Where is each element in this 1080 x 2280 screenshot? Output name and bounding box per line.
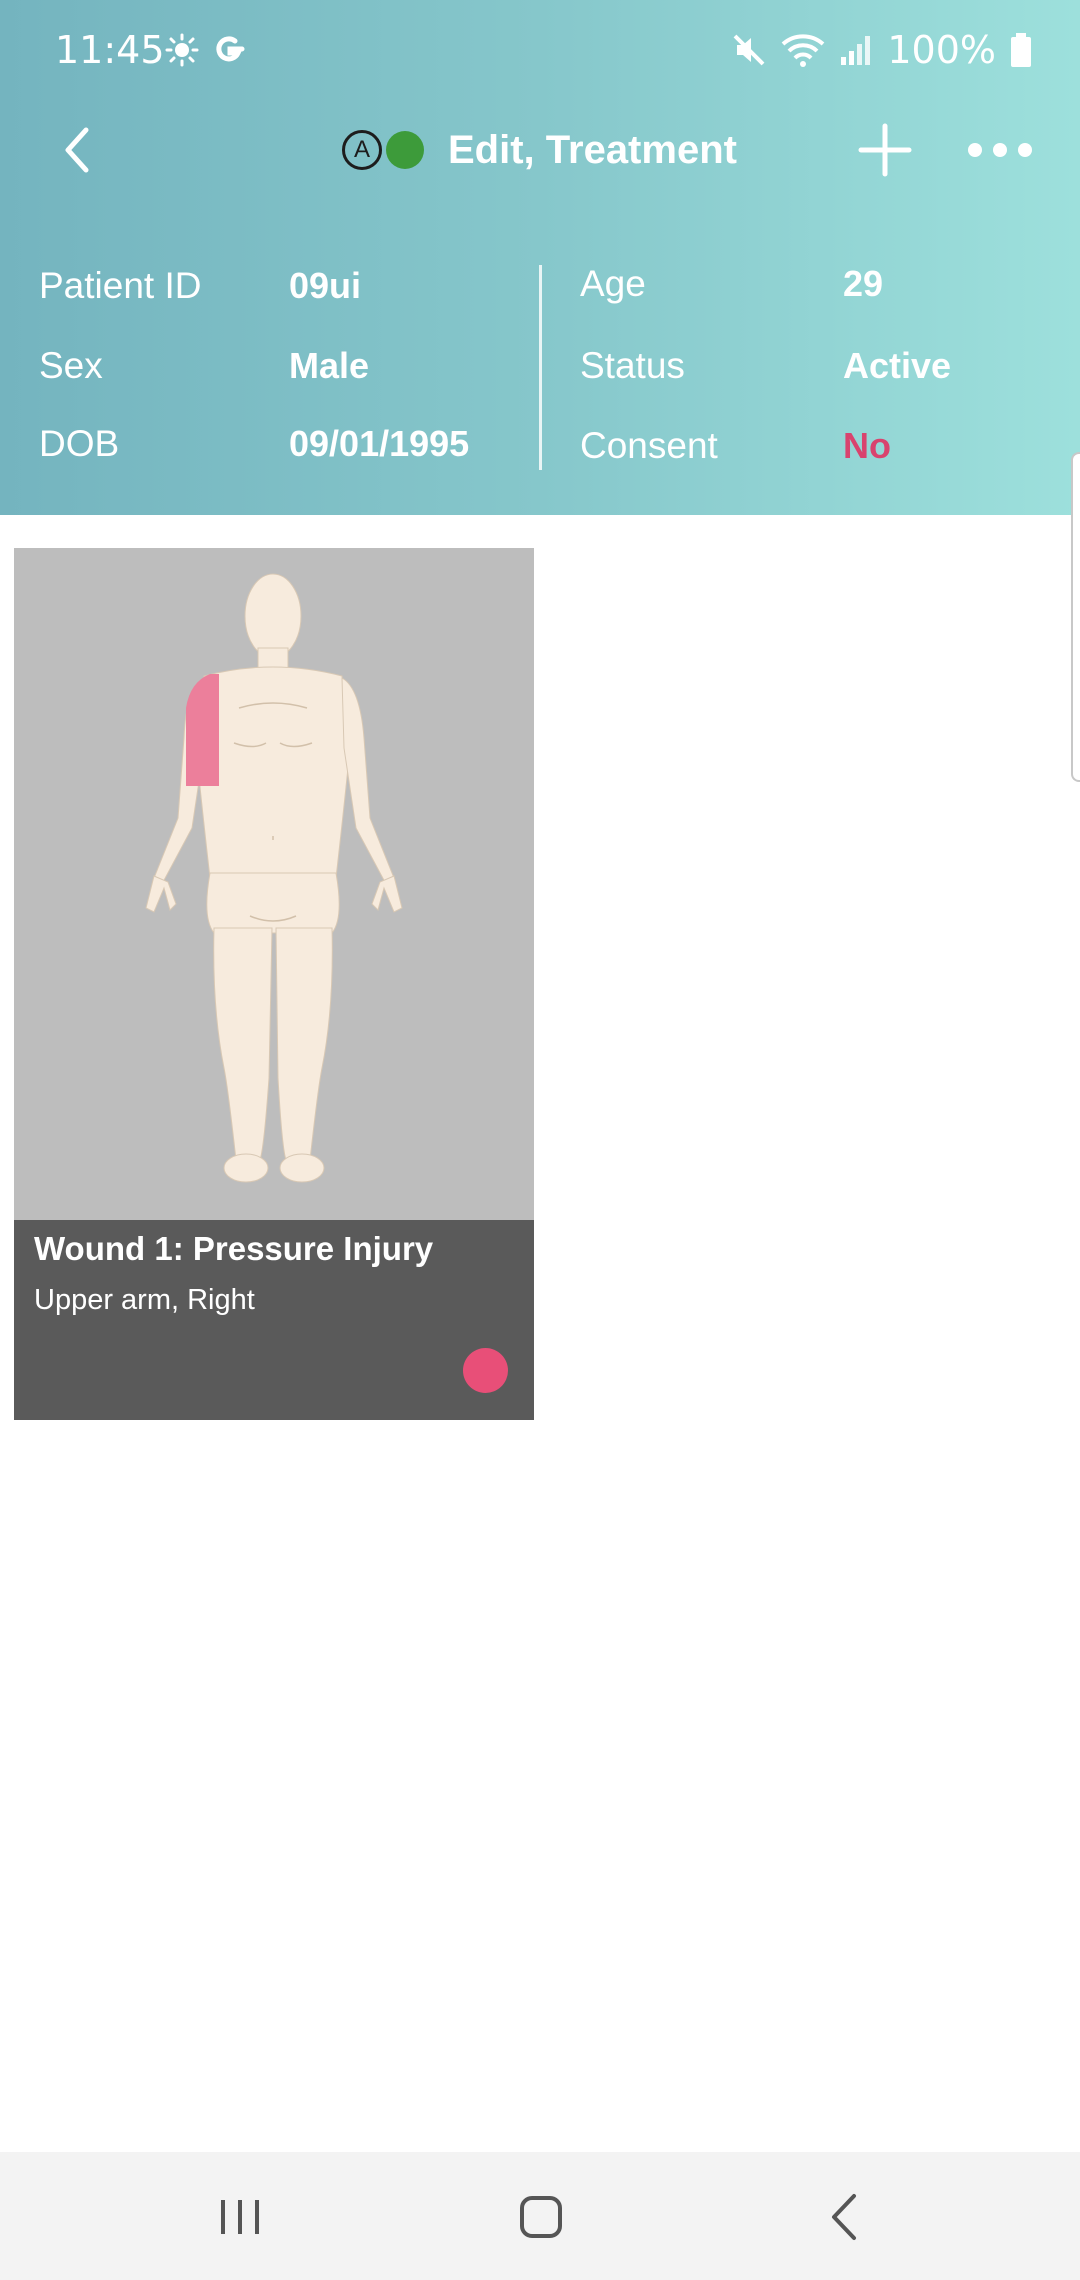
dob-value: 09/01/1995	[289, 423, 470, 464]
wound-card[interactable]: Wound 1: Pressure Injury Upper arm, Righ…	[14, 548, 534, 1420]
app-bar: A Edit, Treatment	[0, 100, 1080, 200]
wound-status-dot	[463, 1348, 508, 1393]
more-dot-icon	[1018, 143, 1032, 157]
wound-title: Wound 1: Pressure Injury	[34, 1230, 434, 1267]
back-icon[interactable]	[810, 2182, 880, 2252]
status-value: Active	[843, 345, 952, 386]
wound-card-footer: Wound 1: Pressure Injury Upper arm, Righ…	[14, 1220, 534, 1420]
sex-label: Sex	[39, 345, 103, 386]
status-bar: 11:45 100%	[0, 0, 1080, 100]
more-dot-icon	[993, 143, 1007, 157]
wound-location: Upper arm, Right	[34, 1284, 255, 1316]
title-group: A Edit, Treatment	[342, 122, 737, 178]
system-navigation-bar	[0, 2152, 1080, 2280]
age-value: 29	[843, 263, 884, 304]
status-time: 11:45	[55, 28, 165, 72]
status-left-icons	[165, 30, 247, 70]
sex-value: Male	[289, 345, 370, 386]
google-icon	[216, 36, 245, 62]
patient-id-label: Patient ID	[39, 265, 202, 306]
wound-region-upper-arm	[186, 674, 219, 786]
more-dot-icon	[968, 143, 982, 157]
recent-apps-icon[interactable]	[205, 2182, 275, 2252]
dob-label: DOB	[39, 423, 120, 464]
battery-icon	[1011, 33, 1031, 67]
body-map-figure	[145, 573, 403, 1183]
info-divider	[539, 265, 542, 470]
more-options-button[interactable]	[968, 132, 1032, 168]
signal-icon	[841, 36, 871, 65]
mode-badge: A	[342, 130, 382, 170]
side-drawer-handle[interactable]	[1071, 452, 1080, 782]
patient-id-value: 09ui	[289, 265, 362, 306]
back-button[interactable]	[48, 120, 108, 180]
age-label: Age	[580, 263, 646, 304]
header: 11:45 100% A Edit, Treatment Patient ID …	[0, 0, 1080, 515]
wifi-icon	[782, 34, 825, 67]
battery-percent: 100%	[887, 28, 996, 72]
mute-icon	[733, 34, 765, 66]
consent-label: Consent	[580, 425, 718, 466]
status-right-icons: 100%	[731, 28, 1032, 72]
status-label: Status	[580, 345, 685, 386]
online-status-dot	[386, 131, 424, 169]
consent-value: No	[843, 425, 891, 466]
add-button[interactable]	[855, 120, 915, 180]
page-title: Edit, Treatment	[448, 127, 737, 172]
home-icon[interactable]	[506, 2182, 576, 2252]
brightness-icon	[165, 33, 199, 67]
